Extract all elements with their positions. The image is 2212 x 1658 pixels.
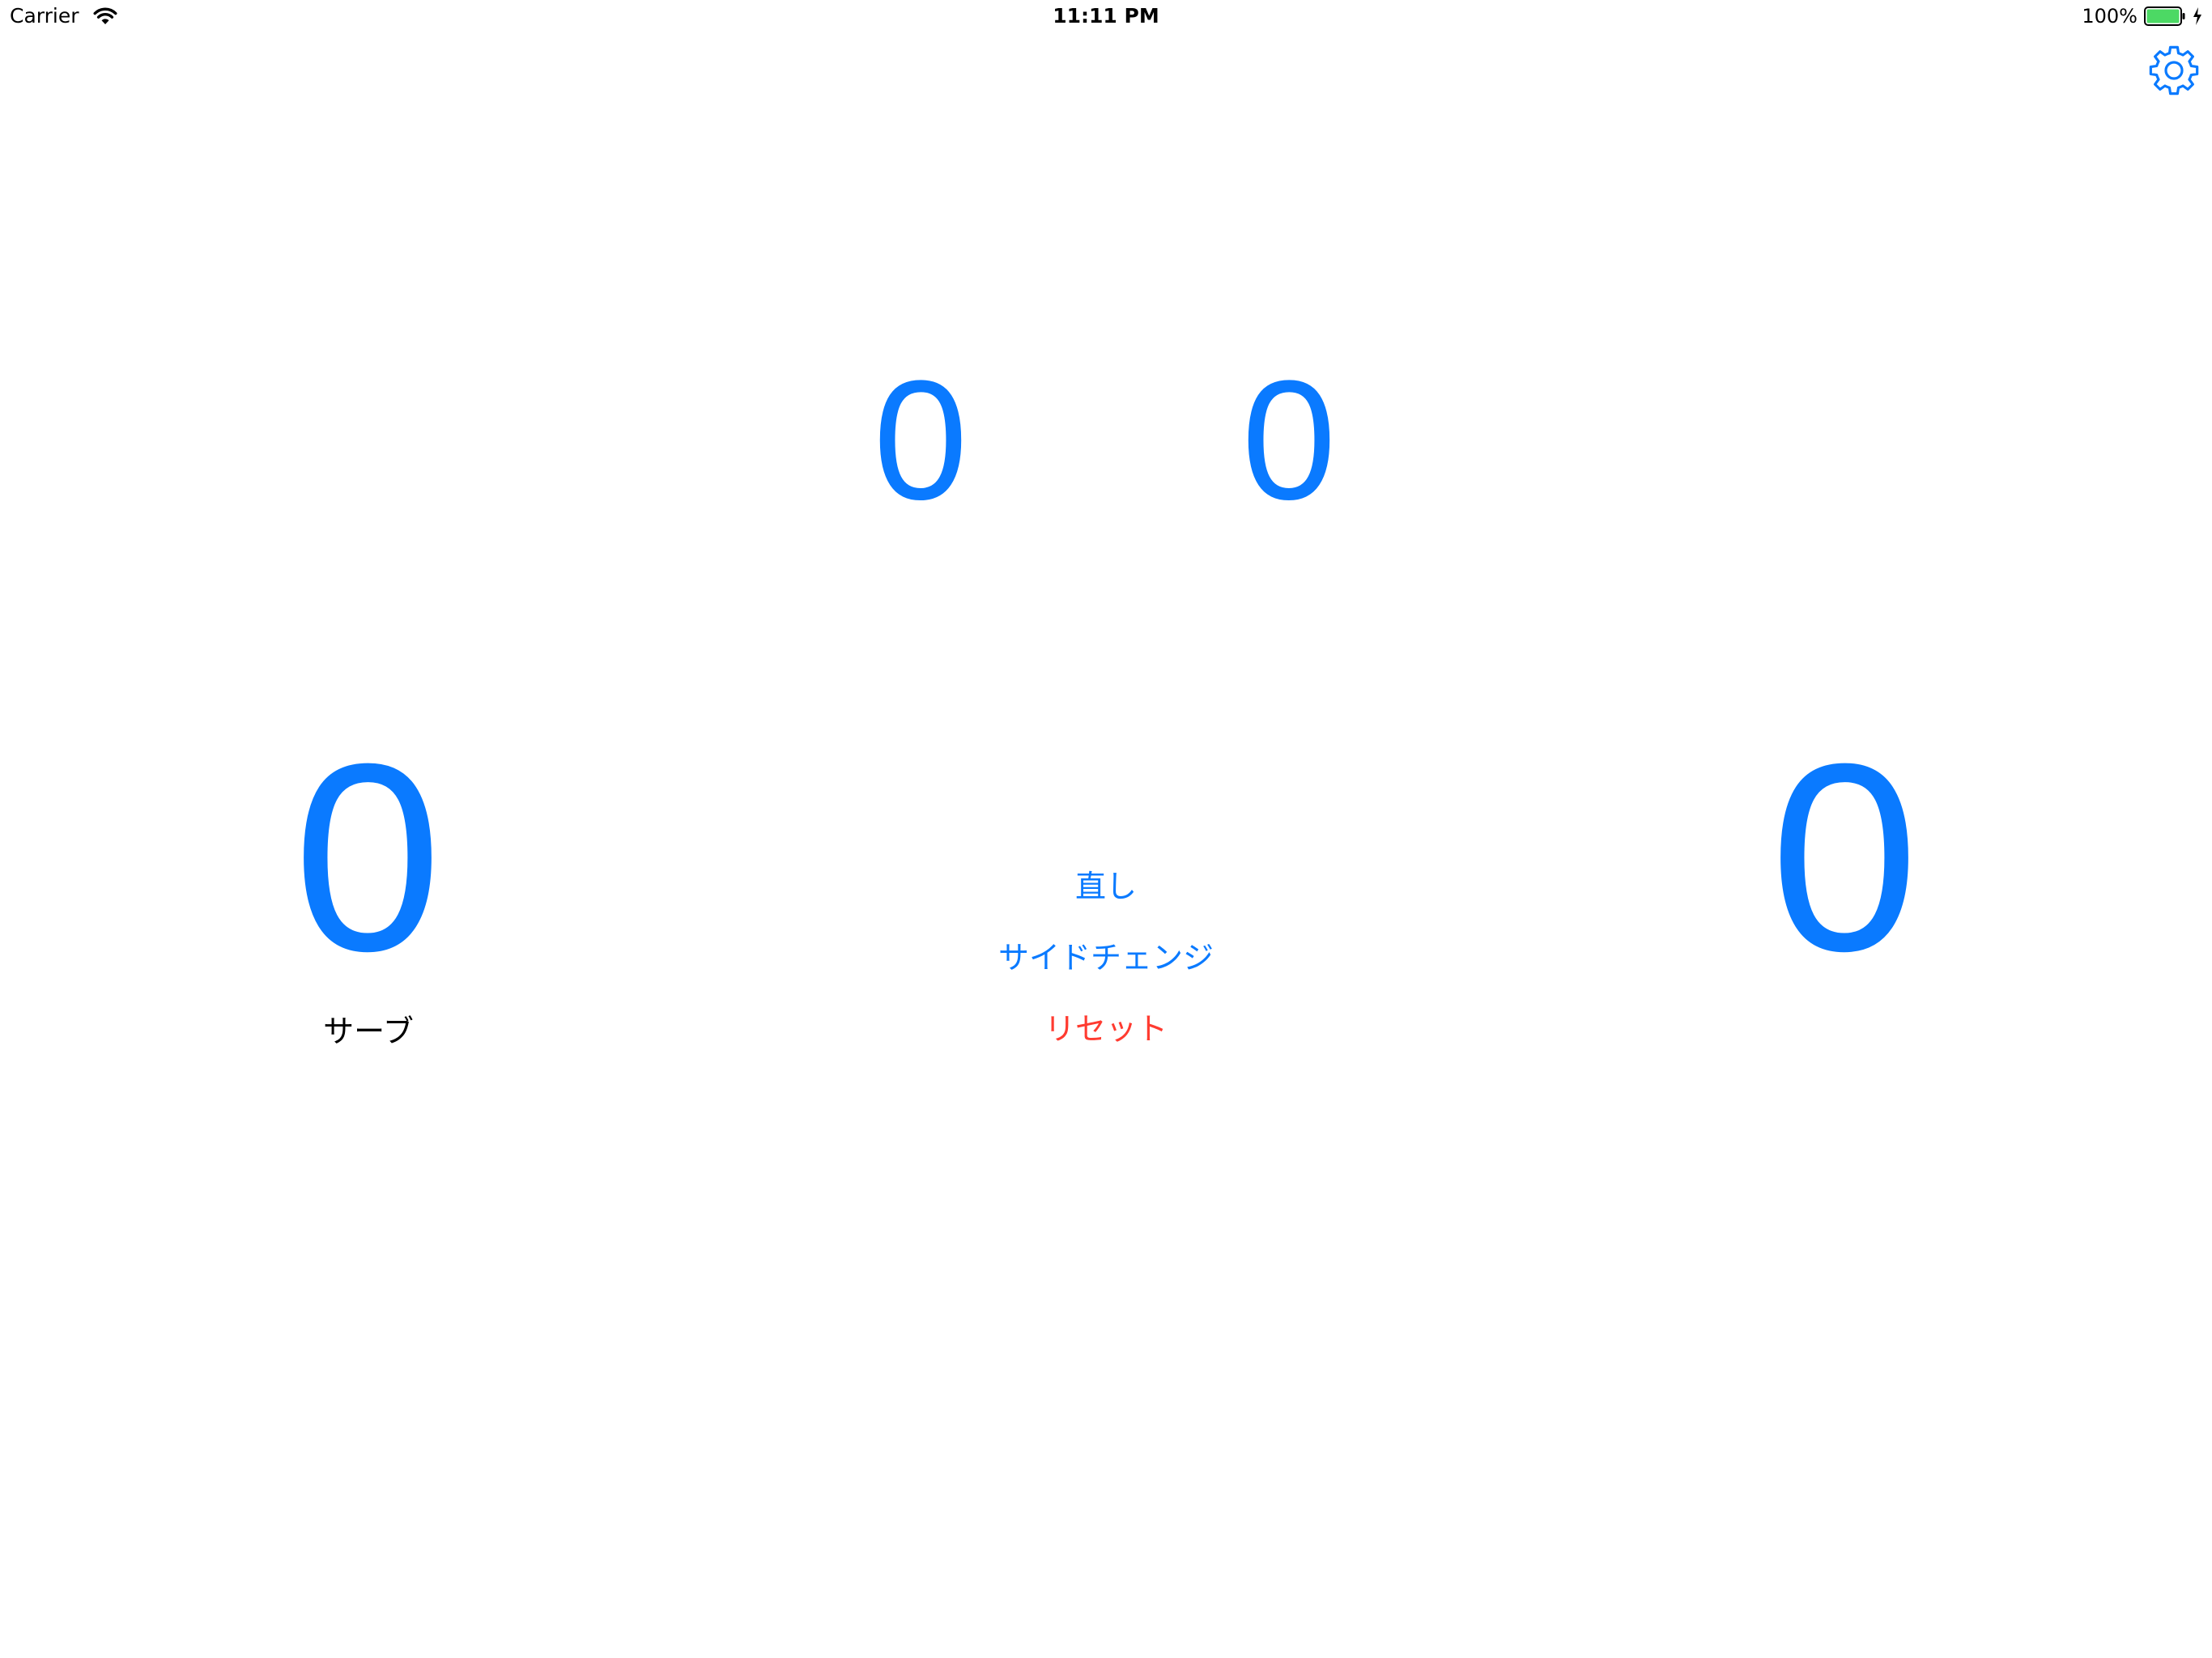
set-score-left[interactable]: 0: [832, 355, 1010, 525]
reset-button[interactable]: リセット: [904, 1005, 1308, 1053]
battery-indicator: 100%: [2082, 2, 2202, 30]
battery-icon: [2144, 6, 2185, 26]
point-score-left[interactable]: 0: [246, 724, 489, 991]
undo-button[interactable]: 直し: [904, 862, 1308, 911]
status-bar: Carrier 11:11 PM 100%: [0, 0, 2212, 32]
settings-button[interactable]: [2147, 44, 2201, 97]
set-score-right[interactable]: 0: [1200, 355, 1378, 525]
side-change-button[interactable]: サイドチェンジ: [904, 933, 1308, 982]
gear-icon: [2149, 45, 2199, 96]
battery-percent: 100%: [2082, 5, 2138, 28]
serve-indicator: サーブ: [323, 1014, 414, 1049]
status-time: 11:11 PM: [1053, 4, 1159, 28]
charging-bolt-icon: [2193, 7, 2201, 25]
point-score-right[interactable]: 0: [1723, 724, 1966, 991]
